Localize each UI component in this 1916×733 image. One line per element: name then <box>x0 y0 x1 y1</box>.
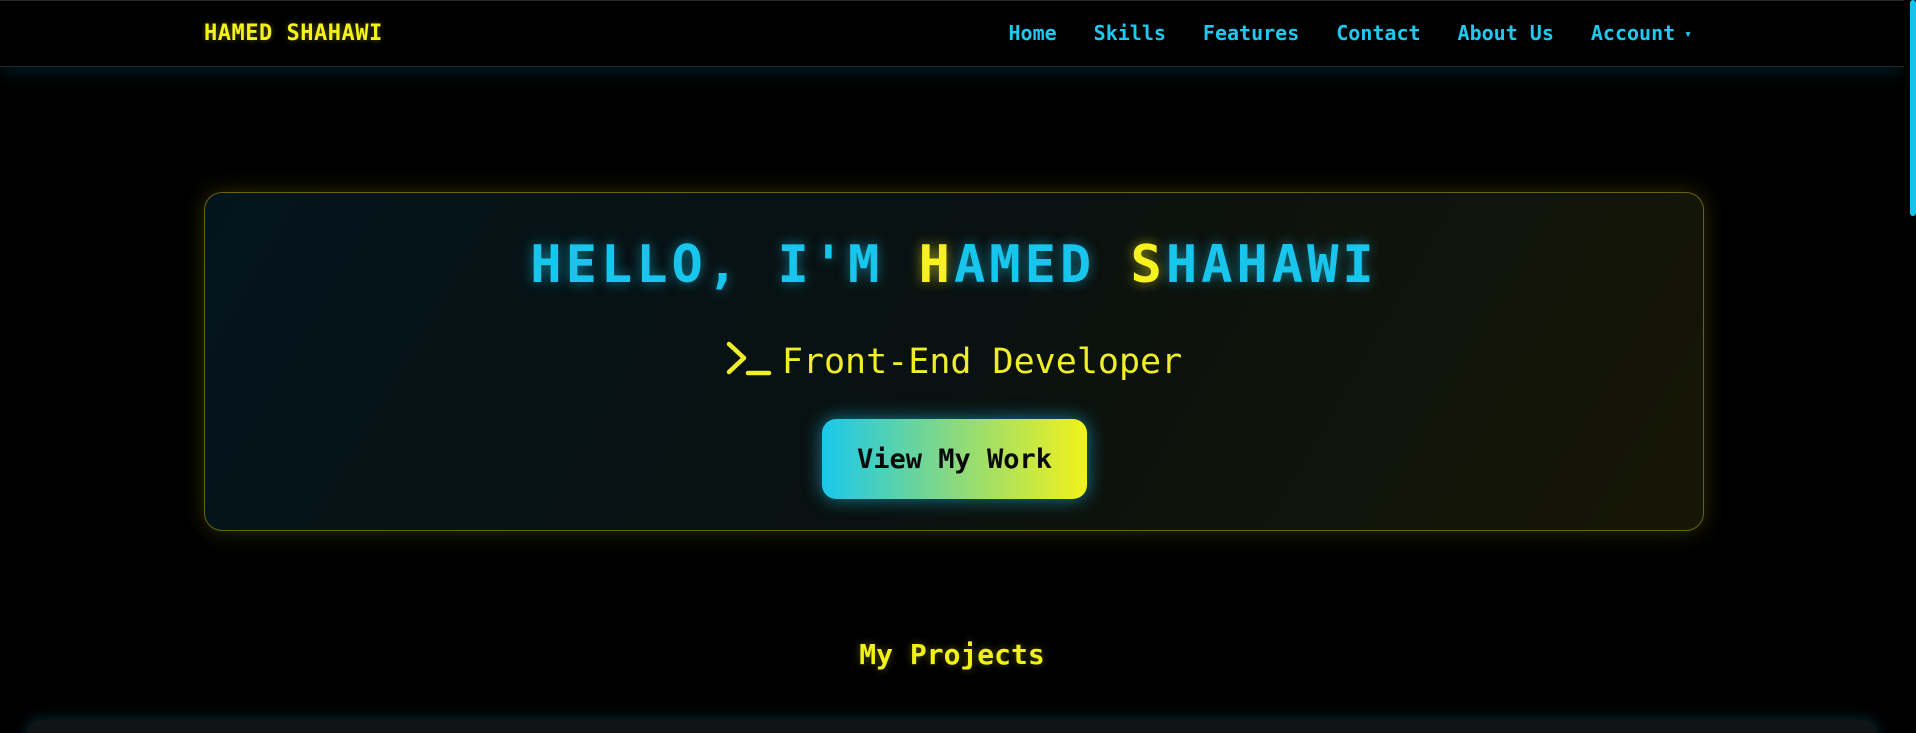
nav-account-label: Account <box>1590 21 1676 45</box>
view-my-work-button[interactable]: View My Work <box>822 419 1087 499</box>
nav-link-skills[interactable]: Skills <box>1094 21 1166 45</box>
hero-subtitle: Front-End Developer <box>205 341 1703 382</box>
nav-links: Home Skills Features Contact About Us Ac… <box>1009 21 1693 45</box>
hero-title-initial: H <box>918 235 954 295</box>
nav-link-about-us[interactable]: About Us <box>1458 21 1554 45</box>
terminal-icon <box>726 341 772 376</box>
nav-link-home[interactable]: Home <box>1009 21 1057 45</box>
nav-account-dropdown[interactable]: Account ▾ <box>1591 21 1692 45</box>
scrollbar[interactable] <box>1904 0 1916 733</box>
page: HAMED SHAHAWI Home Skills Features Conta… <box>0 0 1916 733</box>
brand-logo[interactable]: HAMED SHAHAWI <box>204 21 383 46</box>
navbar: HAMED SHAHAWI Home Skills Features Conta… <box>0 0 1904 67</box>
hero-title-part: AMED <box>953 235 1131 295</box>
chevron-down-icon: ▾ <box>1684 27 1692 42</box>
hero-title: HELLO, I'M HAMED SHAHAWI <box>205 235 1703 295</box>
projects-section-title: My Projects <box>859 638 1045 671</box>
hero-subtitle-text: Front-End Developer <box>781 342 1183 382</box>
scrollbar-thumb[interactable] <box>1910 0 1916 216</box>
hero-title-part: HAHAWI <box>1165 235 1378 295</box>
hero-card: HELLO, I'M HAMED SHAHAWI Front-End Devel… <box>204 192 1704 531</box>
hero-title-initial: S <box>1130 235 1166 295</box>
nav-link-contact[interactable]: Contact <box>1336 21 1420 45</box>
projects-panel <box>28 720 1876 733</box>
hero-title-part: HELLO, I'M <box>530 235 919 295</box>
nav-link-features[interactable]: Features <box>1203 21 1299 45</box>
